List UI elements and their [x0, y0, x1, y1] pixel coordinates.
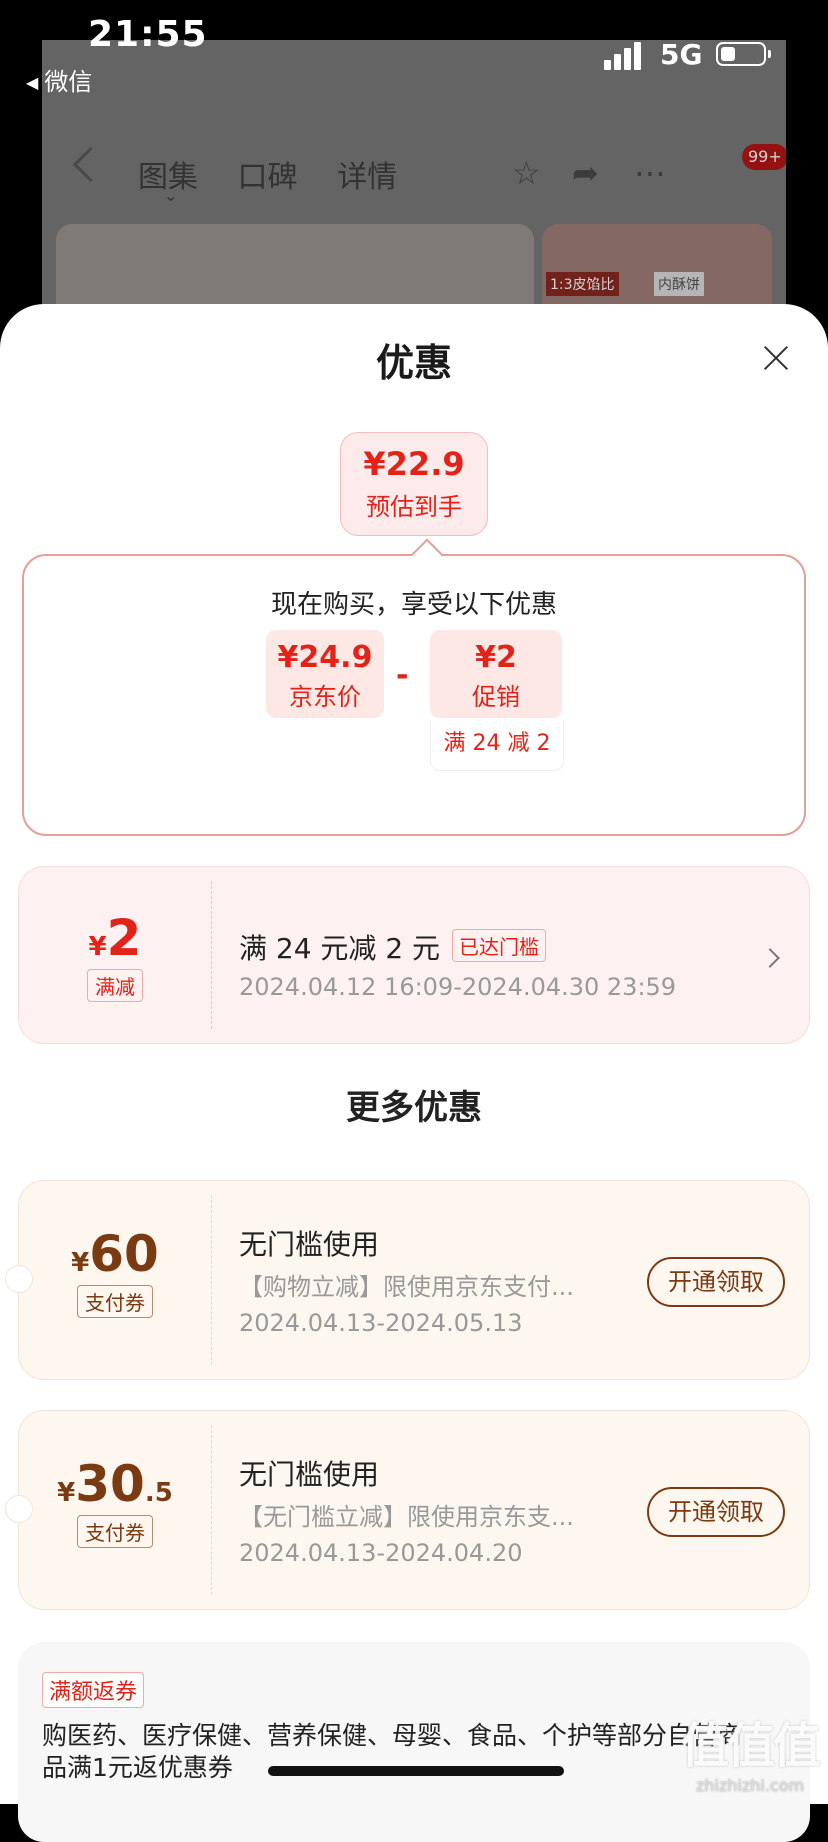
breakdown-title: 现在购买，享受以下优惠 [270, 590, 557, 620]
coupon-amount-decimal: .5 [144, 1478, 173, 1508]
watermark: 值值值 zhizhizhi.com [676, 1706, 824, 1795]
promo-card: ¥2 促销 [430, 630, 562, 718]
coupon-amount: ¥2 [19, 909, 211, 967]
status-bar: 21:55 ◀ 微信 5G [0, 0, 828, 96]
threshold-reached-badge: 已达门槛 [452, 929, 547, 962]
promo-label: 促销 [472, 683, 520, 711]
coupon-amount-area: ¥2 满减 [19, 867, 211, 1043]
coupon-amount-area: ¥30.5 支付券 [19, 1411, 211, 1609]
coupon-validity: 2024.04.13-2024.05.13 [239, 1309, 523, 1337]
coupon-amount-number: 30 [75, 1455, 145, 1513]
full-reduction-coupon[interactable]: ¥2 满减 满 24 元减 2 元已达门槛 2024.04.12 16:09-2… [18, 866, 810, 1044]
coupon-title: 满 24 元减 2 元已达门槛 [239, 927, 547, 967]
jd-price-value: ¥24.9 [277, 640, 373, 675]
coupon-validity: 2024.04.12 16:09-2024.04.30 23:59 [239, 973, 677, 1001]
activate-claim-button[interactable]: 开通领取 [647, 1257, 785, 1307]
coupon-divider [211, 1195, 212, 1365]
more-offers-title: 更多优惠 [346, 1088, 482, 1128]
clock: 21:55 [88, 14, 208, 55]
back-to-app-link[interactable]: ◀ 微信 [26, 62, 92, 97]
currency-symbol: ¥ [71, 1248, 90, 1278]
sheet-title: 优惠 [375, 341, 452, 385]
back-app-label: 微信 [44, 68, 93, 96]
promo-rule: 满 24 减 2 [430, 720, 564, 771]
chevron-right-icon [760, 948, 780, 968]
coupon-divider [211, 1425, 212, 1595]
watermark-logo: 值值值 [680, 1718, 821, 1774]
back-triangle-icon: ◀ [26, 73, 39, 92]
network-type: 5G [660, 38, 703, 71]
coupon-type-tag: 支付券 [77, 1515, 153, 1548]
jd-price-card: ¥24.9 京东价 [266, 630, 384, 718]
coupon-title-text: 满 24 元减 2 元 [239, 932, 441, 965]
watermark-url: zhizhizhi.com [695, 1776, 805, 1795]
coupon-validity: 2024.04.13-2024.04.20 [239, 1539, 523, 1567]
payment-coupon-card: ¥60 支付券 无门槛使用 【购物立减】限使用京东支付... 2024.04.1… [5, 1180, 810, 1380]
activate-claim-button[interactable]: 开通领取 [647, 1487, 785, 1537]
coupon-title: 无门槛使用 [239, 1458, 380, 1491]
coupon-amount-area: ¥60 支付券 [19, 1181, 211, 1379]
coupon-type-tag: 满减 [87, 969, 143, 1002]
battery-icon [716, 42, 771, 66]
payment-coupon-card: ¥30.5 支付券 无门槛使用 【无门槛立减】限使用京东支... 2024.04… [5, 1410, 810, 1610]
jd-price-label: 京东价 [289, 683, 361, 711]
rebate-tag: 满额返券 [42, 1672, 145, 1708]
estimated-price: ¥22.9 [363, 445, 465, 483]
promo-value: ¥2 [475, 640, 517, 675]
coupon-amount-number: 60 [89, 1225, 159, 1283]
coupon-amount: ¥60 [19, 1225, 211, 1283]
coupon-description: 【购物立减】限使用京东支付... [239, 1273, 574, 1301]
signal-icon [604, 40, 648, 70]
discount-sheet: 优惠 ¥22.9 预估到手 现在购买，享受以下优惠 ¥24.9 京东价 - ¥2… [0, 304, 828, 1842]
coupon-title: 无门槛使用 [239, 1228, 380, 1261]
minus-operator: - [396, 658, 409, 693]
coupon-amount-number: 2 [106, 909, 142, 967]
coupon-description: 【无门槛立减】限使用京东支... [239, 1503, 574, 1531]
close-button[interactable] [758, 340, 794, 376]
coupon-type-tag: 支付券 [77, 1285, 153, 1318]
price-breakdown: 现在购买，享受以下优惠 ¥24.9 京东价 - ¥2 促销 满 24 减 2 [22, 554, 806, 836]
coupon-divider [211, 881, 212, 1029]
currency-symbol: ¥ [57, 1478, 76, 1508]
coupon-amount: ¥30.5 [19, 1455, 211, 1513]
currency-symbol: ¥ [88, 932, 107, 962]
home-indicator[interactable] [268, 1766, 564, 1776]
estimated-price-label: 预估到手 [366, 493, 462, 521]
battery-level [721, 47, 735, 61]
estimated-price-box: ¥22.9 预估到手 [340, 432, 488, 536]
